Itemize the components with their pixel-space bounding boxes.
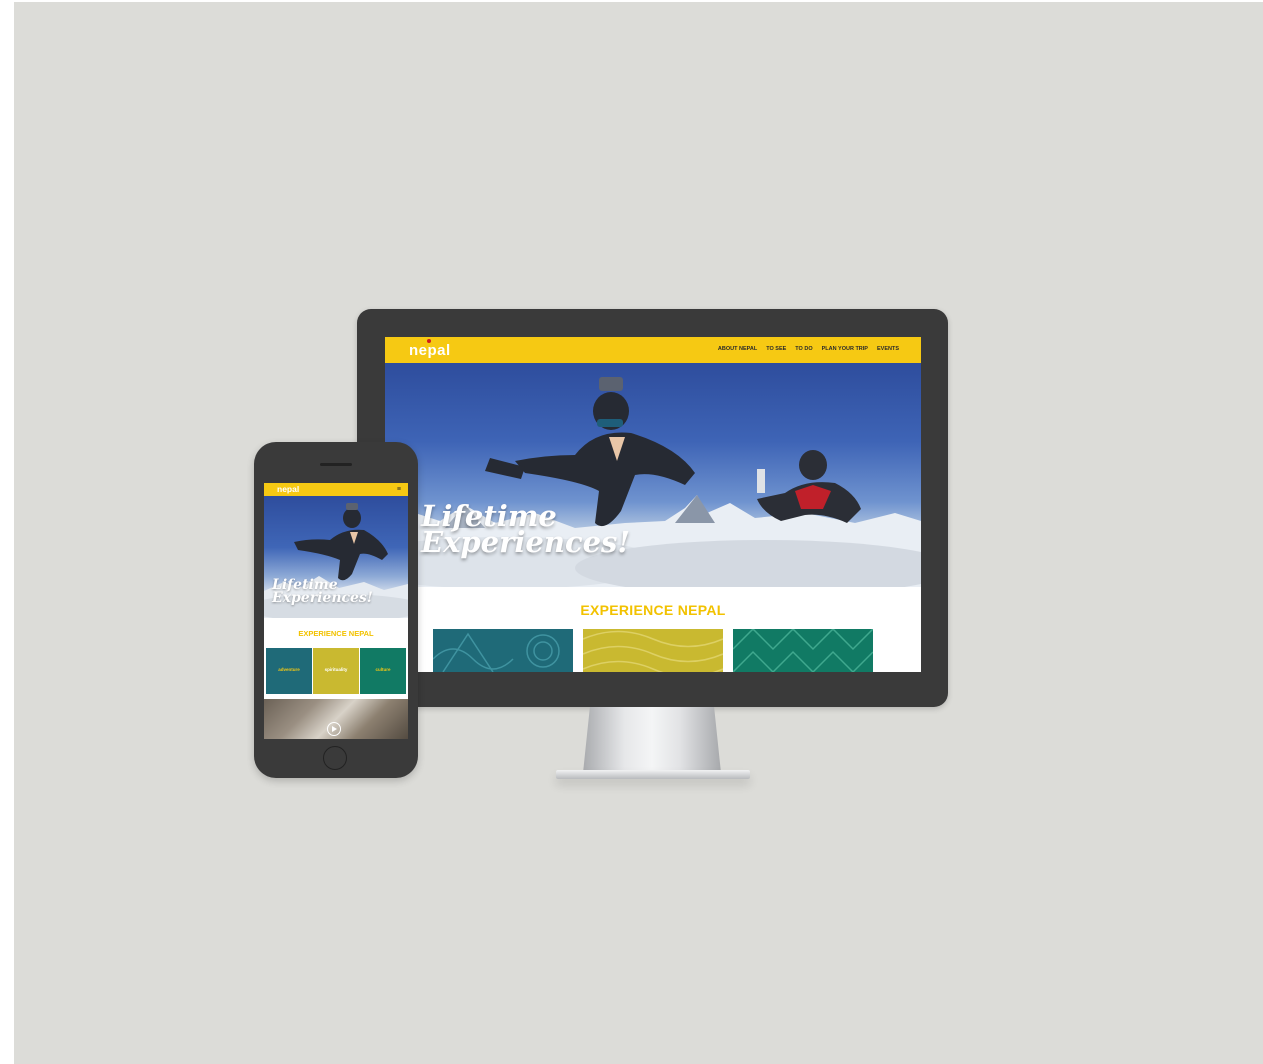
tile-label-spirituality: spirituality (324, 667, 348, 672)
desktop-tile-spirituality[interactable] (583, 629, 723, 672)
mobile-navbar: nepal ≡ (264, 483, 408, 496)
mobile-logo[interactable]: nepal (277, 484, 299, 494)
phone-speaker (320, 463, 352, 466)
nav-to-see[interactable]: TO SEE (766, 346, 786, 352)
green-pattern-icon (733, 629, 873, 672)
desktop-logo-text: nepal (409, 342, 451, 359)
teal-pattern-icon (433, 632, 560, 672)
desktop-navbar: nepal ABOUT NEPAL TO SEE TO DO PLAN YOUR… (385, 337, 921, 363)
tile-label-culture: culture (375, 667, 391, 672)
monitor-stand-base (556, 770, 750, 779)
hamburger-icon[interactable]: ≡ (397, 486, 401, 493)
desktop-logo[interactable]: nepal (409, 339, 451, 359)
mobile-section-title: EXPERIENCE NEPAL (298, 629, 374, 638)
mobile-hero-line2: Experiences! (272, 590, 373, 606)
play-icon[interactable] (327, 722, 341, 736)
desktop-monitor: nepal ABOUT NEPAL TO SEE TO DO PLAN YOUR… (357, 309, 948, 707)
desktop-section-title: EXPERIENCE NEPAL (580, 602, 726, 618)
desktop-tile-culture[interactable] (733, 629, 873, 672)
desktop-experience-section: EXPERIENCE NEPAL (385, 587, 921, 672)
desktop-nav-menu: ABOUT NEPAL TO SEE TO DO PLAN YOUR TRIP … (718, 346, 899, 352)
nav-plan-your-trip[interactable]: PLAN YOUR TRIP (822, 346, 868, 352)
mobile-hero-image: Lifetime Experiences! (264, 496, 408, 618)
mustard-pattern-icon (583, 630, 723, 672)
phone-screen: nepal ≡ Lifetime Experiences! EXPERIENCE… (264, 483, 408, 739)
tile-label-adventure: adventure (278, 667, 300, 672)
desktop-hero-image: Lifetime Experiences! (385, 363, 921, 587)
nav-events[interactable]: EVENTS (877, 346, 899, 352)
desktop-tile-adventure[interactable] (433, 629, 573, 672)
phone-home-button (323, 746, 347, 770)
mobile-tile-adventure[interactable]: adventure (266, 648, 312, 694)
hero-title-line2: Experiences! (421, 525, 631, 559)
mobile-video-thumbnail[interactable] (264, 699, 408, 739)
desktop-hero-title: Lifetime Experiences! (421, 502, 631, 559)
mobile-tile-culture[interactable]: culture (360, 648, 406, 694)
mobile-hero-title: Lifetime Experiences! (272, 578, 373, 606)
desktop-screen: nepal ABOUT NEPAL TO SEE TO DO PLAN YOUR… (385, 337, 921, 672)
monitor-stand-neck (583, 707, 721, 773)
phone-device: nepal ≡ Lifetime Experiences! EXPERIENCE… (254, 442, 418, 778)
logo-dot-icon (427, 339, 431, 343)
mobile-tile-spirituality[interactable]: spirituality (313, 648, 359, 694)
nav-about-nepal[interactable]: ABOUT NEPAL (718, 346, 757, 352)
nav-to-do[interactable]: TO DO (795, 346, 812, 352)
